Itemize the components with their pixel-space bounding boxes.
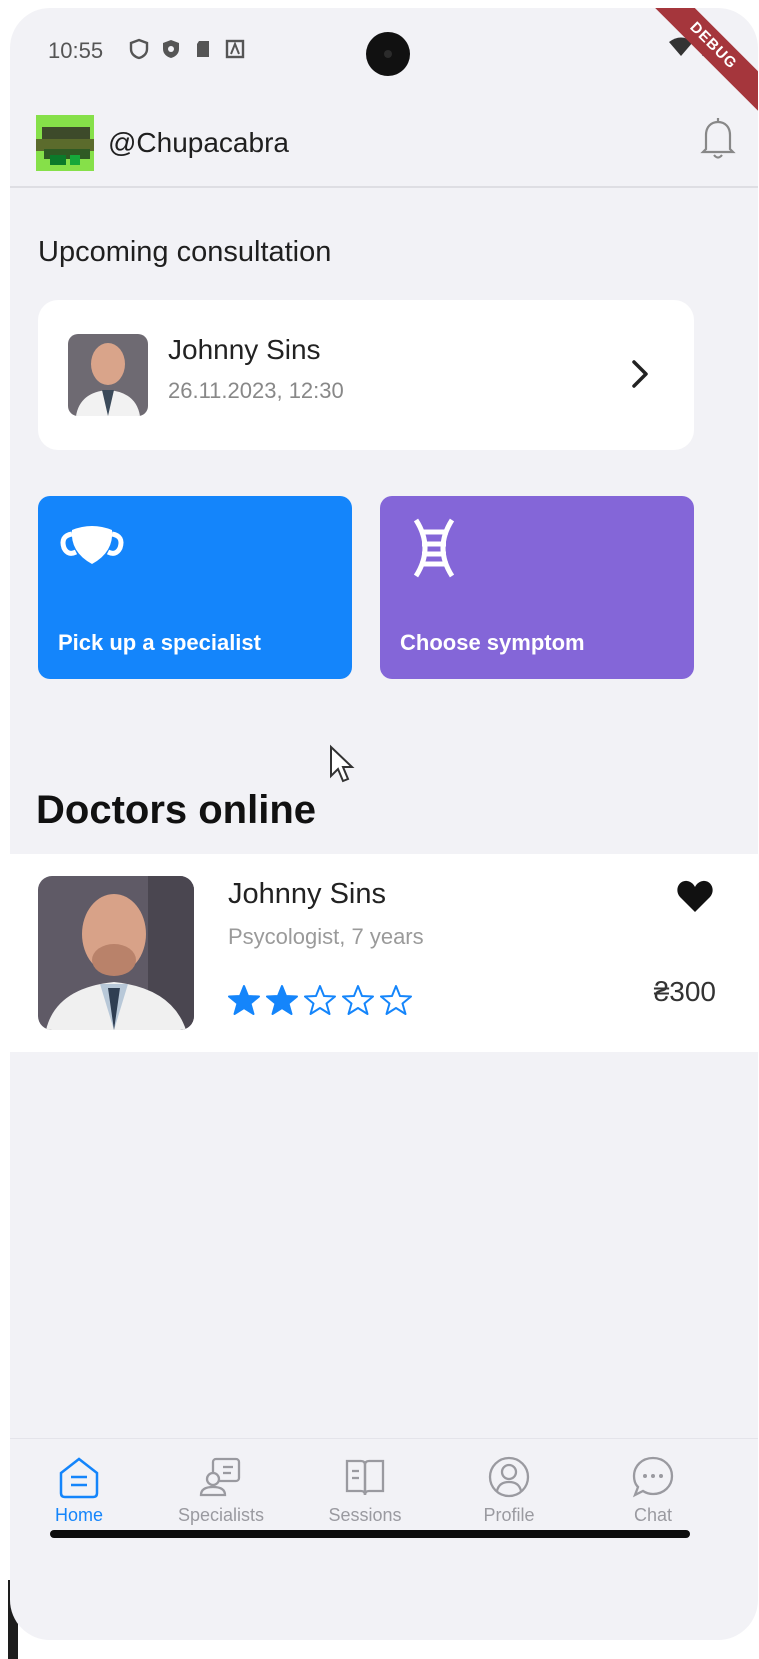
nav-specialists-label: Specialists bbox=[177, 1505, 265, 1525]
pick-specialist-button[interactable]: Pick up a specialist bbox=[38, 496, 352, 679]
nav-profile[interactable]: Profile bbox=[454, 1455, 564, 1526]
book-icon bbox=[345, 1459, 385, 1496]
doctor-price: ₴300 bbox=[653, 976, 716, 1007]
nav-home[interactable]: Home bbox=[24, 1455, 134, 1526]
doctor-name: Johnny Sins bbox=[228, 878, 386, 910]
username: @Chupacabra bbox=[108, 127, 289, 158]
profile-icon bbox=[488, 1456, 530, 1498]
specialists-icon bbox=[199, 1457, 241, 1497]
star-filled-icon bbox=[228, 985, 260, 1015]
font-icon bbox=[224, 38, 246, 60]
nav-chat[interactable]: Chat bbox=[598, 1455, 708, 1526]
star-empty-icon bbox=[304, 985, 336, 1015]
sd-card-icon bbox=[192, 38, 214, 60]
nav-sessions-label: Sessions bbox=[328, 1505, 402, 1525]
nav-home-label: Home bbox=[54, 1505, 103, 1525]
home-icon bbox=[59, 1457, 99, 1499]
chat-icon bbox=[632, 1456, 674, 1498]
doctor-list-item[interactable]: Johnny Sins Psycologist, 7 years ₴300 bbox=[10, 854, 758, 1052]
doctors-online-title: Doctors online bbox=[36, 788, 317, 832]
doctor-specialty: Psycologist, 7 years bbox=[228, 924, 424, 949]
upcoming-consultation-card[interactable]: Johnny Sins 26.11.2023, 12:30 bbox=[38, 300, 694, 450]
status-time: 10:55 bbox=[48, 38, 104, 63]
avatar[interactable] bbox=[36, 115, 94, 171]
mouse-cursor-icon bbox=[328, 744, 356, 786]
debug-banner: DEBUG bbox=[642, 8, 758, 117]
header-divider bbox=[10, 186, 758, 188]
pick-specialist-label: Pick up a specialist bbox=[58, 630, 261, 655]
nav-profile-label: Profile bbox=[483, 1505, 535, 1525]
star-empty-icon bbox=[342, 985, 374, 1015]
front-camera bbox=[366, 32, 410, 76]
medical-mask-icon bbox=[58, 518, 126, 578]
nav-sessions[interactable]: Sessions bbox=[310, 1455, 420, 1526]
doctor-photo bbox=[38, 876, 194, 1030]
shield-icon bbox=[128, 38, 150, 60]
chevron-right-icon bbox=[628, 356, 652, 392]
star-filled-icon bbox=[266, 985, 298, 1015]
shield-filled-icon bbox=[160, 38, 182, 60]
favorite-heart-icon[interactable] bbox=[676, 878, 714, 914]
phone-screen: 10:55 DEBUG @Chupacabra Upcoming consult… bbox=[10, 8, 758, 1640]
choose-symptom-label: Choose symptom bbox=[400, 630, 585, 655]
choose-symptom-button[interactable]: Choose symptom bbox=[380, 496, 694, 679]
consultation-datetime: 26.11.2023, 12:30 bbox=[168, 378, 344, 403]
dna-icon bbox=[400, 518, 468, 578]
upcoming-consultation-title: Upcoming consultation bbox=[38, 236, 332, 268]
nav-chat-label: Chat bbox=[633, 1505, 673, 1525]
nav-specialists[interactable]: Specialists bbox=[166, 1455, 276, 1526]
notifications-bell-icon[interactable] bbox=[698, 115, 738, 161]
doctor-rating bbox=[228, 984, 412, 1016]
bottom-navigation: Home Specialists Sessions Profile Chat bbox=[10, 1438, 758, 1559]
home-indicator bbox=[50, 1530, 690, 1538]
doctor-avatar bbox=[68, 334, 148, 416]
status-bar: 10:55 DEBUG bbox=[10, 8, 758, 117]
app-header: @Chupacabra bbox=[10, 103, 758, 183]
status-notification-icons bbox=[128, 38, 246, 60]
consultation-doctor-name: Johnny Sins bbox=[168, 334, 321, 365]
star-empty-icon bbox=[380, 985, 412, 1015]
